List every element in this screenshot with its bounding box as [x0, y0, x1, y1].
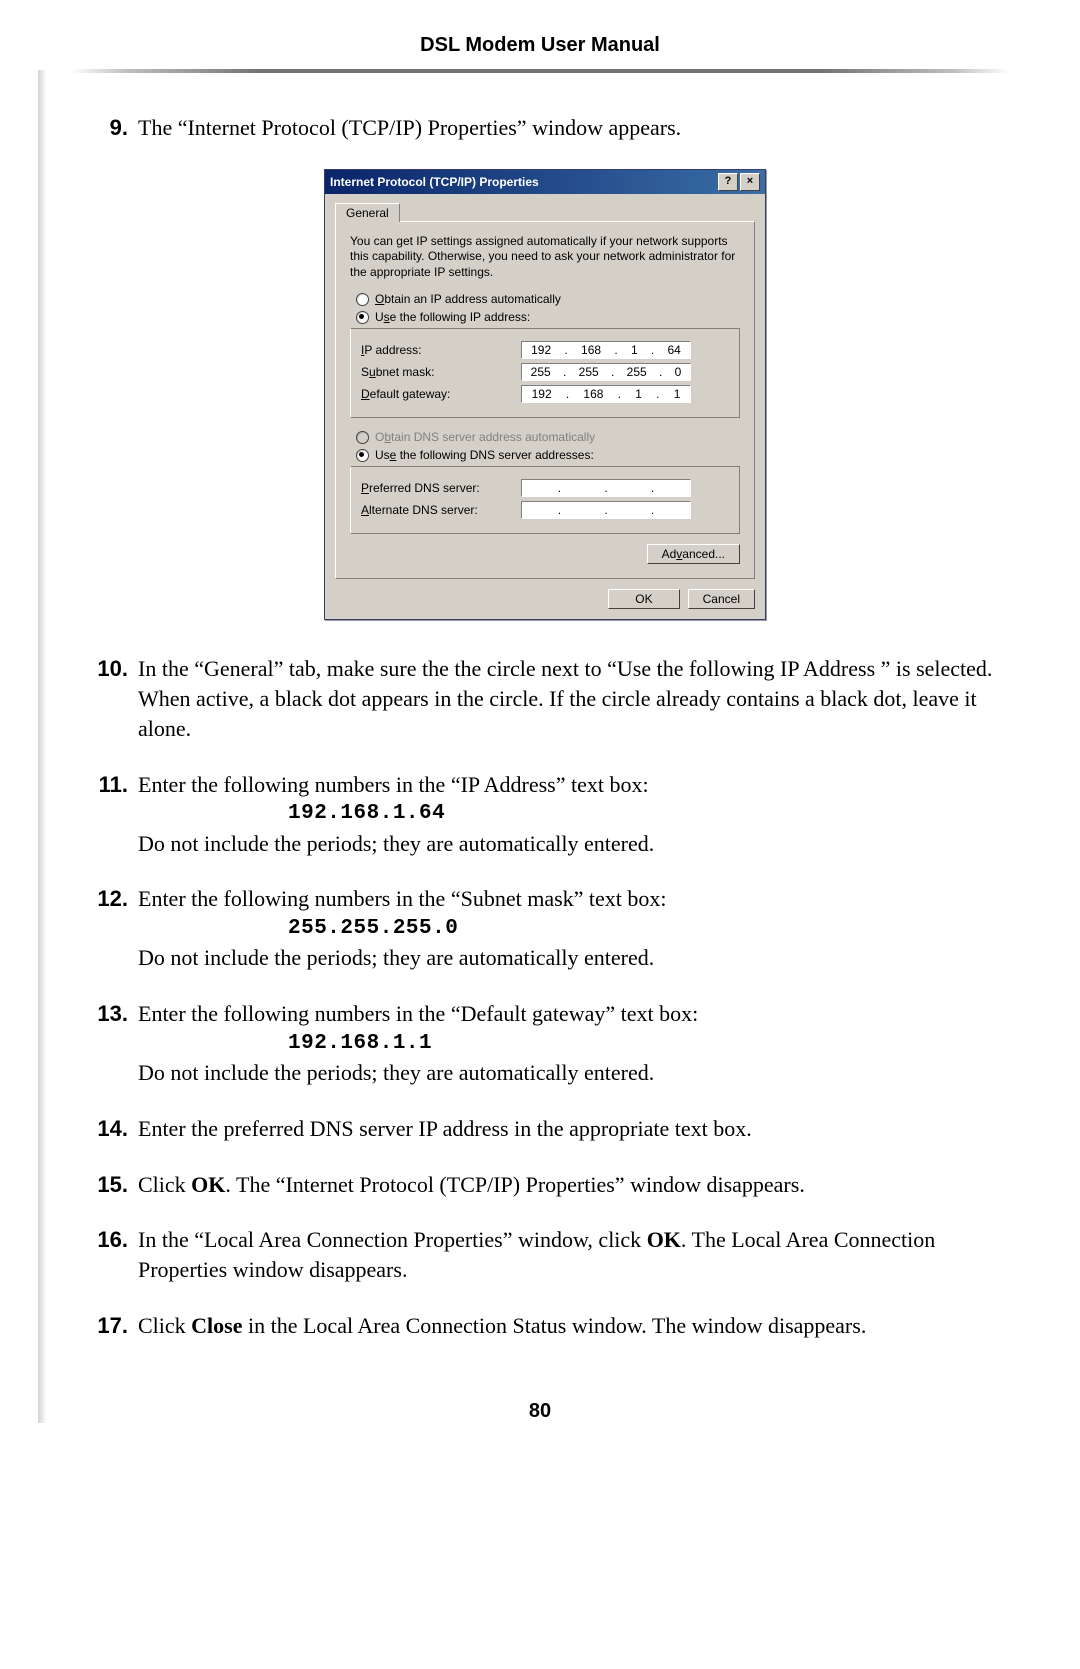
dialog-title: Internet Protocol (TCP/IP) Properties [330, 175, 539, 189]
ip-address-label: IP address: [361, 343, 521, 357]
step-16-text: In the “Local Area Connection Properties… [138, 1225, 1010, 1284]
step-16: 16. In the “Local Area Connection Proper… [80, 1225, 1010, 1284]
default-gateway-input[interactable]: 192. 168. 1. 1 [521, 385, 691, 403]
step-15-text: Click OK. The “Internet Protocol (TCP/IP… [138, 1170, 1010, 1200]
page-number: 80 [70, 1400, 1010, 1423]
close-icon[interactable]: × [740, 173, 760, 191]
help-button[interactable]: ? [718, 173, 738, 191]
subnet-mask-label: Subnet mask: [361, 365, 521, 379]
step-11-lead: Enter the following numbers in the “IP A… [138, 772, 649, 797]
step-17-num: 17. [80, 1311, 138, 1341]
radio-icon [356, 431, 369, 444]
dialog-intro: You can get IP settings assigned automat… [350, 234, 740, 281]
step-12: 12. Enter the following numbers in the “… [80, 884, 1010, 973]
subnet-mask-input[interactable]: 255. 255. 255. 0 [521, 363, 691, 381]
advanced-button[interactable]: Advanced... [647, 544, 740, 564]
radio-icon [356, 293, 369, 306]
step-14: 14. Enter the preferred DNS server IP ad… [80, 1114, 1010, 1144]
alternate-dns-input[interactable]: . . . [521, 501, 691, 519]
radio-label: Obtain an IP address automatically [375, 292, 561, 306]
radio-icon [356, 311, 369, 324]
radio-label: Use the following IP address: [375, 310, 530, 324]
radio-label: Obtain DNS server address automatically [375, 430, 595, 444]
tab-general[interactable]: General [335, 203, 400, 222]
step-13: 13. Enter the following numbers in the “… [80, 999, 1010, 1088]
ip-address-input[interactable]: 192. 168. 1. 64 [521, 341, 691, 359]
step-13-tail: Do not include the periods; they are aut… [138, 1060, 654, 1085]
step-10: 10. In the “General” tab, make sure the … [80, 654, 1010, 743]
dialog-titlebar[interactable]: Internet Protocol (TCP/IP) Properties ? … [325, 170, 765, 194]
radio-use-following-ip[interactable]: Use the following IP address: [350, 308, 740, 326]
default-gateway-label: Default gateway: [361, 387, 521, 401]
doc-header: DSL Modem User Manual [70, 34, 1010, 69]
step-9: 9. The “Internet Protocol (TCP/IP) Prope… [80, 113, 1010, 143]
ok-button[interactable]: OK [608, 589, 679, 609]
radio-obtain-ip-auto[interactable]: Obtain an IP address automatically [350, 290, 740, 308]
cancel-button[interactable]: Cancel [688, 589, 755, 609]
step-12-num: 12. [80, 884, 138, 973]
step-12-code: 255.255.255.0 [138, 914, 1010, 943]
alternate-dns-label: Alternate DNS server: [361, 503, 521, 517]
radio-icon [356, 449, 369, 462]
step-12-tail: Do not include the periods; they are aut… [138, 945, 654, 970]
page-binding-shadow [38, 70, 46, 1423]
step-12-lead: Enter the following numbers in the “Subn… [138, 886, 667, 911]
step-16-num: 16. [80, 1225, 138, 1284]
step-17-text: Click Close in the Local Area Connection… [138, 1311, 1010, 1341]
step-13-num: 13. [80, 999, 138, 1088]
step-15-num: 15. [80, 1170, 138, 1200]
step-11-code: 192.168.1.64 [138, 799, 1010, 828]
step-11-num: 11. [80, 770, 138, 859]
step-9-text: The “Internet Protocol (TCP/IP) Properti… [138, 113, 1010, 143]
tcpip-properties-dialog: Internet Protocol (TCP/IP) Properties ? … [324, 169, 766, 621]
step-13-lead: Enter the following numbers in the “Defa… [138, 1001, 698, 1026]
step-14-text: Enter the preferred DNS server IP addres… [138, 1114, 1010, 1144]
step-10-num: 10. [80, 654, 138, 743]
radio-use-following-dns[interactable]: Use the following DNS server addresses: [350, 446, 740, 464]
step-13-code: 192.168.1.1 [138, 1029, 1010, 1058]
step-17: 17. Click Close in the Local Area Connec… [80, 1311, 1010, 1341]
step-14-num: 14. [80, 1114, 138, 1144]
step-10-text: In the “General” tab, make sure the the … [138, 654, 1010, 743]
header-rule [70, 69, 1010, 73]
preferred-dns-label: Preferred DNS server: [361, 481, 521, 495]
step-11-tail: Do not include the periods; they are aut… [138, 831, 654, 856]
radio-obtain-dns-auto: Obtain DNS server address automatically [350, 428, 740, 446]
step-15: 15. Click OK. The “Internet Protocol (TC… [80, 1170, 1010, 1200]
step-9-num: 9. [80, 113, 138, 143]
preferred-dns-input[interactable]: . . . [521, 479, 691, 497]
radio-label: Use the following DNS server addresses: [375, 448, 594, 462]
step-11: 11. Enter the following numbers in the “… [80, 770, 1010, 859]
